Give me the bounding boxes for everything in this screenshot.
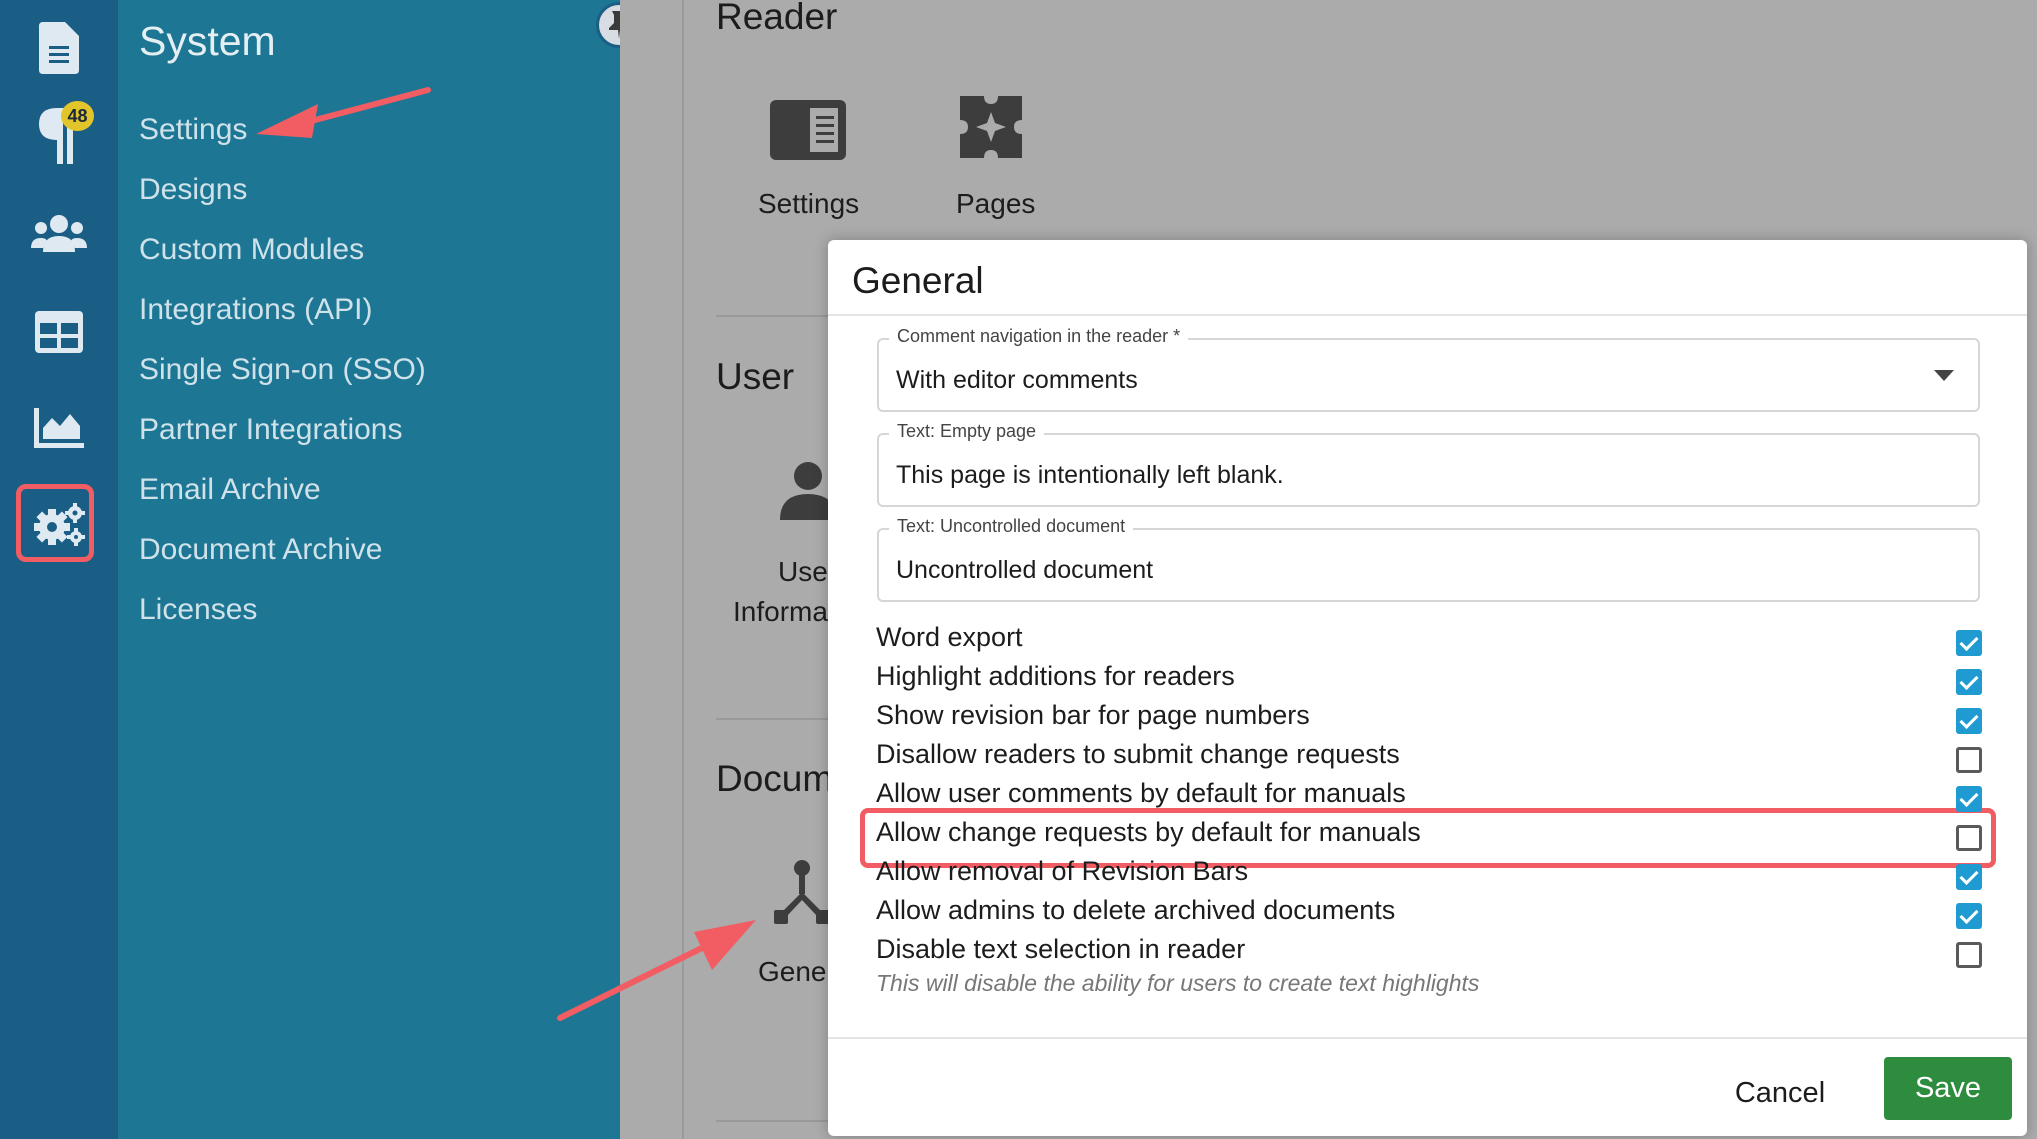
tables-button[interactable]: [0, 284, 118, 380]
cancel-button[interactable]: Cancel: [1710, 1064, 1850, 1122]
empty-page-text-field[interactable]: Text: Empty page This page is intentiona…: [877, 421, 1980, 507]
option-checkbox[interactable]: [1956, 669, 1982, 695]
section-heading-user: User: [716, 356, 795, 397]
analytics-button[interactable]: [0, 380, 118, 476]
option-checkbox[interactable]: [1956, 786, 1982, 812]
option-checkbox[interactable]: [1956, 903, 1982, 929]
icon-rail: 48: [0, 0, 118, 1139]
option-checkbox[interactable]: [1956, 825, 1982, 851]
option-label: Word export: [876, 622, 1023, 652]
general-settings-dialog: General Comment navigation in the reader…: [828, 240, 2027, 1136]
menu-item-integrations-api[interactable]: Integrations (API): [139, 293, 372, 327]
option-label: Show revision bar for page numbers: [876, 700, 1310, 730]
menu-item-document-archive[interactable]: Document Archive: [139, 533, 382, 567]
option-label: Disallow readers to submit change reques…: [876, 739, 1400, 769]
save-button[interactable]: Save: [1884, 1057, 2012, 1120]
hierarchy-icon: [774, 860, 830, 924]
option-checkbox[interactable]: [1956, 864, 1982, 890]
users-button[interactable]: [0, 186, 118, 282]
option-checkbox[interactable]: [1956, 942, 1982, 968]
user-tile-label-line2: Informa: [733, 596, 828, 627]
dialog-header-divider: [828, 314, 2027, 316]
menu-item-sso[interactable]: Single Sign-on (SSO): [139, 353, 426, 387]
comment-navigation-value: With editor comments: [896, 366, 1138, 394]
comment-navigation-select[interactable]: Comment navigation in the reader * With …: [877, 326, 1980, 412]
menu-item-settings[interactable]: Settings: [139, 113, 247, 147]
users-icon: [31, 215, 87, 252]
option-label: Allow removal of Revision Bars: [876, 856, 1249, 886]
menu-item-licenses[interactable]: Licenses: [139, 593, 257, 627]
option-checkbox[interactable]: [1956, 747, 1982, 773]
option-checkbox[interactable]: [1956, 630, 1982, 656]
menu-item-email-archive[interactable]: Email Archive: [139, 473, 321, 507]
uncontrolled-document-text-field[interactable]: Text: Uncontrolled document Uncontrolled…: [877, 516, 1980, 602]
puzzle-icon: [960, 96, 1022, 158]
annotation-highlight-rail: [16, 484, 94, 562]
section-heading-reader: Reader: [716, 0, 838, 37]
option-label: Disable text selection in reader: [876, 934, 1246, 964]
dialog-title: General: [852, 260, 984, 301]
general-tile-label: Gener: [758, 956, 836, 987]
option-label: Allow change requests by default for man…: [876, 817, 1421, 847]
notification-badge: 48: [61, 101, 94, 131]
comment-navigation-label: Comment navigation in the reader *: [889, 326, 1189, 347]
uncontrolled-document-text-value: Uncontrolled document: [896, 556, 1154, 584]
system-menu: System Settings Designs Custom Modules I…: [118, 0, 642, 1139]
menu-item-partner-integrations[interactable]: Partner Integrations: [139, 413, 402, 447]
change-requests-button[interactable]: [0, 88, 118, 184]
empty-page-text-value: This page is intentionally left blank.: [896, 461, 1284, 489]
menu-item-custom-modules[interactable]: Custom Modules: [139, 233, 364, 267]
reader-settings-icon: [770, 100, 846, 160]
uncontrolled-document-text-label: Text: Uncontrolled document: [889, 516, 1134, 537]
option-label: Highlight additions for readers: [876, 661, 1235, 691]
reader-pages-label: Pages: [956, 188, 1036, 219]
option-label: Allow user comments by default for manua…: [876, 778, 1406, 808]
chevron-down-icon: [1934, 370, 1954, 381]
dialog-footer-divider: [828, 1037, 2027, 1039]
section-heading-document: Docum: [716, 758, 834, 799]
user-information-tile[interactable]: User Informa: [730, 460, 837, 630]
documents-button[interactable]: [0, 0, 118, 96]
analytics-icon: [34, 408, 84, 448]
reader-pages-tile[interactable]: Pages: [950, 96, 1080, 236]
option-checkbox[interactable]: [1956, 708, 1982, 734]
menu-item-designs[interactable]: Designs: [139, 173, 247, 207]
reader-settings-tile[interactable]: Settings: [758, 96, 890, 236]
content-border: [682, 0, 684, 1139]
option-label: Allow admins to delete archived document…: [876, 895, 1396, 925]
disable-text-selection-hint: This will disable the ability for users …: [876, 970, 1480, 996]
documents-icon: [39, 22, 79, 74]
reader-settings-label: Settings: [758, 188, 860, 219]
empty-page-text-label: Text: Empty page: [889, 421, 1045, 442]
document-general-tile[interactable]: Gener: [730, 860, 840, 1000]
menu-title: System: [139, 18, 276, 64]
tables-icon: [35, 311, 83, 353]
